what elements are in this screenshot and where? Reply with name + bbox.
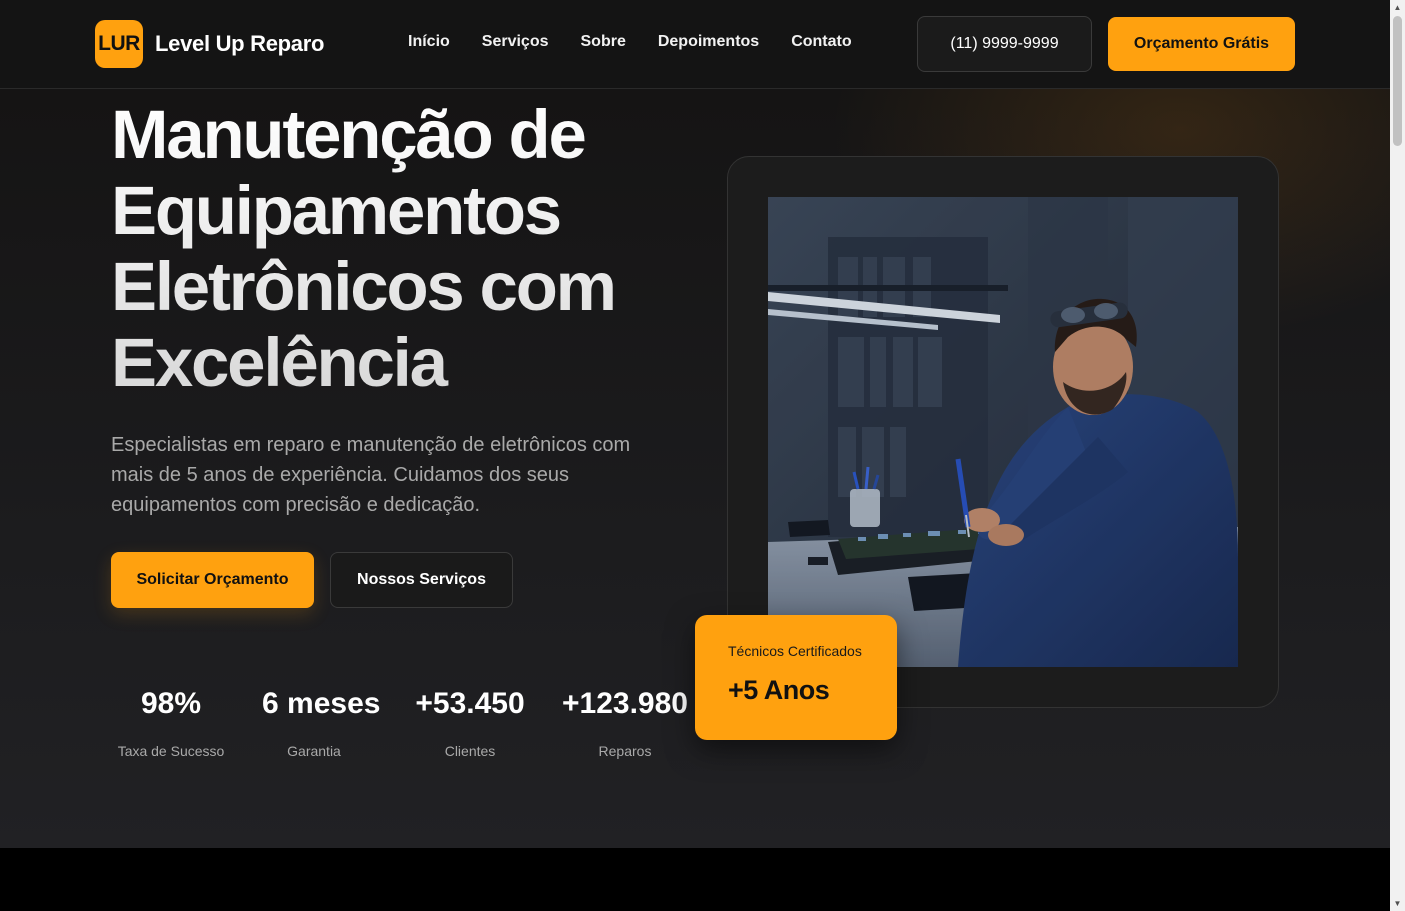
next-section <box>0 848 1390 911</box>
phone-button[interactable]: (11) 9999-9999 <box>917 16 1092 72</box>
stat-label: Clientes <box>444 743 496 759</box>
stat-value: +123.980 <box>562 687 688 720</box>
hero-title-line: Eletrônicos com <box>111 248 615 325</box>
nav-links: Início Serviços Sobre Depoimentos Contat… <box>408 33 852 51</box>
stat-clients: +53.450 Clientes <box>408 687 532 759</box>
badge-value: +5 Anos <box>728 675 830 705</box>
scroll-down-arrow-icon[interactable]: ▼ <box>1390 896 1405 911</box>
hero-subtitle: Especialistas em reparo e manutenção de … <box>111 434 631 516</box>
hero-title-line: Excelência <box>111 324 446 401</box>
stat-label: Garantia <box>287 743 341 759</box>
logo: LUR <box>95 20 143 68</box>
stat-warranty: 6 meses Garantia <box>262 687 381 759</box>
stat-label: Reparos <box>598 743 652 759</box>
brand[interactable]: LUR Level Up Reparo <box>95 20 324 68</box>
technician-photo <box>768 197 1238 667</box>
stat-label: Taxa de Sucesso <box>117 743 225 759</box>
hero-title-line: Equipamentos <box>111 172 560 249</box>
stat-value: +53.450 <box>415 687 525 720</box>
our-services-button[interactable]: Nossos Serviços <box>330 552 513 608</box>
hero-section: Manutenção de Equipamentos Eletrônicos c… <box>0 89 1390 848</box>
badge-label: Técnicos Certificados <box>728 643 862 659</box>
stat-value: 98% <box>140 687 202 720</box>
technician-illustration <box>768 197 1238 667</box>
nav-link-sobre[interactable]: Sobre <box>581 33 626 51</box>
page-scrollbar[interactable]: ▲ ▼ <box>1390 0 1405 911</box>
stat-value: 6 meses <box>262 687 381 720</box>
hero-title-line: Manutenção de <box>111 96 585 173</box>
nav-link-contato[interactable]: Contato <box>791 33 851 51</box>
nav-link-inicio[interactable]: Início <box>408 33 450 51</box>
page-viewport: LUR Level Up Reparo Início Serviços Sobr… <box>0 0 1390 911</box>
hero-title: Manutenção de Equipamentos Eletrônicos c… <box>111 97 711 401</box>
nav-link-servicos[interactable]: Serviços <box>482 33 549 51</box>
brand-name: Level Up Reparo <box>155 31 325 56</box>
scrollbar-thumb[interactable] <box>1393 16 1402 146</box>
stat-success-rate: 98% Taxa de Sucesso <box>113 687 229 759</box>
nav-link-depoimentos[interactable]: Depoimentos <box>658 33 759 51</box>
stat-repairs: +123.980 Reparos <box>555 687 695 759</box>
navbar: LUR Level Up Reparo Início Serviços Sobr… <box>0 0 1390 89</box>
certified-technicians-badge: Técnicos Certificados +5 Anos <box>695 615 897 740</box>
free-quote-button[interactable]: Orçamento Grátis <box>1108 17 1295 71</box>
request-quote-button[interactable]: Solicitar Orçamento <box>111 552 314 608</box>
scroll-up-arrow-icon[interactable]: ▲ <box>1390 0 1405 15</box>
